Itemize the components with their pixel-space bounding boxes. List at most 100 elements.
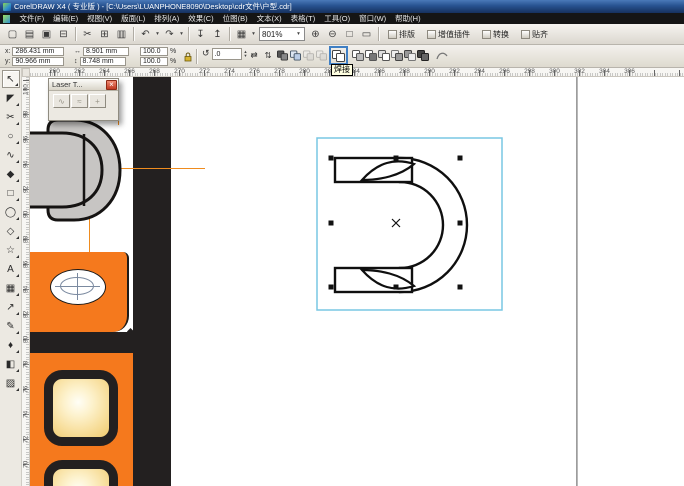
menu-item[interactable]: 窗口(W)	[355, 13, 391, 24]
y-position-field[interactable]: 90.966 mm	[12, 57, 64, 66]
toolbox-tool[interactable]: ◤	[2, 89, 20, 107]
selection-handle[interactable]	[394, 285, 399, 290]
zoom-out-button[interactable]: ⊖	[324, 26, 341, 43]
toolbar-text-button[interactable]: 转换	[476, 29, 515, 40]
toolbox-tool[interactable]: A	[2, 260, 20, 278]
zoom-to-width-button[interactable]: ▭	[358, 26, 375, 43]
scale-vertical-field[interactable]: 100.0	[140, 57, 168, 66]
selection-handle[interactable]	[458, 221, 463, 226]
menu-item[interactable]: 文件(F)	[15, 13, 49, 24]
cut-button[interactable]: ✂	[79, 26, 96, 43]
lock-ratio-button[interactable]	[182, 50, 194, 63]
toolbox-tool[interactable]: ◯	[2, 203, 20, 221]
undo-button[interactable]: ↶	[137, 26, 154, 43]
trim-button[interactable]	[352, 49, 364, 62]
selection-handle[interactable]	[329, 156, 334, 161]
laser-tool-button[interactable]: ≈	[71, 94, 88, 108]
convert-to-curves-button[interactable]	[436, 49, 448, 62]
floorplan-wall-band[interactable]	[30, 332, 171, 353]
toolbox-tool[interactable]: ☆	[2, 241, 20, 259]
simplify-button[interactable]	[378, 49, 390, 62]
toolbox-tool[interactable]: ♦	[2, 336, 20, 354]
laser-window-titlebar[interactable]: Laser T... ×	[49, 79, 118, 91]
laser-tool-button[interactable]: ∿	[53, 94, 70, 108]
rotation-spinner[interactable]: ▲▼	[244, 50, 248, 58]
back-minus-front-button[interactable]	[404, 49, 416, 62]
toolbox-tool[interactable]: ✂	[2, 108, 20, 126]
toolbox-tool[interactable]: ◇	[2, 222, 20, 240]
redo-button[interactable]: ↷	[161, 26, 178, 43]
export-button[interactable]: ↥	[209, 26, 226, 43]
selected-object-group[interactable]	[300, 120, 520, 340]
selection-handle[interactable]	[458, 156, 463, 161]
copy-button[interactable]: ⊞	[96, 26, 113, 43]
laser-tool-button[interactable]: +	[89, 94, 106, 108]
intersect-button[interactable]	[365, 49, 377, 62]
zoom-level-combo[interactable]: 801% ▾	[259, 27, 305, 41]
floorplan-sink-cabinet[interactable]	[30, 252, 129, 332]
rotation-angle-field[interactable]: .0	[212, 48, 242, 60]
floorplan-chair-shape[interactable]	[30, 117, 128, 227]
menu-item[interactable]: 编辑(E)	[49, 13, 83, 24]
stove-burner[interactable]	[44, 460, 118, 486]
zoom-in-button[interactable]: ⊕	[307, 26, 324, 43]
selection-handle[interactable]	[329, 221, 334, 226]
vertical-ruler[interactable]: 100989694929088868482807876747270	[22, 77, 30, 486]
menu-item[interactable]: 排列(A)	[150, 13, 184, 24]
floorplan-stove-cabinet[interactable]	[30, 353, 133, 486]
print-button[interactable]: ⊟	[55, 26, 72, 43]
menu-item[interactable]: 效果(C)	[184, 13, 218, 24]
menu-item[interactable]: 工具(O)	[320, 13, 355, 24]
laser-window-close-button[interactable]: ×	[106, 80, 117, 90]
new-document-button[interactable]: ▢	[4, 26, 21, 43]
laser-tool-window[interactable]: Laser T... × ∿ ≈ +	[48, 78, 119, 121]
menu-item[interactable]: 文本(X)	[252, 13, 286, 24]
toolbox-tool[interactable]: ↗	[2, 298, 20, 316]
toolbox-tool[interactable]: ↖	[2, 70, 20, 88]
toolbox-tool[interactable]: ◧	[2, 355, 20, 373]
create-boundary-button[interactable]	[417, 49, 429, 62]
menu-item[interactable]: 表格(T)	[286, 13, 320, 24]
object-width-field[interactable]: 8.901 mm	[83, 47, 129, 56]
zoom-to-page-button[interactable]: □	[341, 26, 358, 43]
toolbar-text-button[interactable]: 排版	[382, 29, 421, 40]
mirror-horizontal-button[interactable]: ⇄	[248, 49, 260, 62]
import-button[interactable]: ↧	[192, 26, 209, 43]
selection-handle[interactable]	[329, 285, 334, 290]
chair-seat-path[interactable]	[30, 133, 102, 207]
sink-basin[interactable]	[50, 269, 106, 305]
drawing-canvas[interactable]	[30, 77, 684, 486]
toolbox-tool[interactable]: ∿	[2, 146, 20, 164]
x-position-field[interactable]: 286.431 mm	[12, 47, 64, 56]
open-button[interactable]: ▤	[21, 26, 38, 43]
stove-burner[interactable]	[44, 370, 118, 446]
front-minus-back-button[interactable]	[391, 49, 403, 62]
ruler-origin-button[interactable]	[22, 68, 30, 77]
menu-item[interactable]: 视图(V)	[83, 13, 117, 24]
toolbox-tool[interactable]: ▨	[2, 374, 20, 392]
toolbox-tool[interactable]: ▦	[2, 279, 20, 297]
selection-handle[interactable]	[458, 285, 463, 290]
group-button[interactable]	[289, 49, 301, 62]
toolbar-text-button[interactable]: 贴齐	[515, 29, 554, 40]
toolbox-tool[interactable]: □	[2, 184, 20, 202]
horizontal-ruler[interactable]: 2602622642662682702722742762782802822842…	[30, 68, 684, 77]
redo-dropdown-arrow-icon[interactable]: ▾	[178, 31, 185, 37]
menu-item[interactable]: 位图(B)	[218, 13, 252, 24]
object-height-field[interactable]: 8.748 mm	[80, 57, 126, 66]
launcher-dropdown-arrow-icon[interactable]: ▾	[250, 31, 257, 37]
toolbox-tool[interactable]: ✎	[2, 317, 20, 335]
paste-button[interactable]: ▥	[113, 26, 130, 43]
combine-button[interactable]	[276, 49, 288, 62]
menu-item[interactable]: 版面(L)	[117, 13, 150, 24]
selection-handle[interactable]	[394, 156, 399, 161]
toolbar-text-button[interactable]: 增值插件	[421, 29, 476, 40]
application-launcher-button[interactable]: ▦	[233, 26, 250, 43]
toolbox-tool[interactable]: ◆	[2, 165, 20, 183]
toolbox-tool[interactable]: ○	[2, 127, 20, 145]
weld-button[interactable]	[329, 46, 348, 65]
scale-horizontal-field[interactable]: 100.0	[140, 47, 168, 56]
mirror-vertical-button[interactable]: ⇅	[262, 49, 274, 62]
save-button[interactable]: ▣	[38, 26, 55, 43]
floorplan-wall[interactable]	[133, 77, 171, 486]
